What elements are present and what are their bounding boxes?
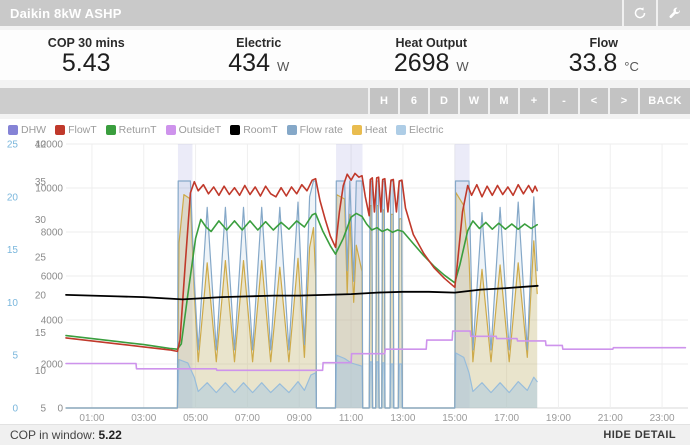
stat-flow-temp: Flow 33.8 °C	[518, 30, 690, 80]
x-axis-tick: 09:00	[287, 413, 312, 424]
legend-label: Electric	[409, 124, 443, 136]
power-axis-tick: 6000	[41, 272, 64, 283]
power-axis-tick: 12000	[35, 140, 63, 151]
time-range-toolbar: H6DWM+-<>BACK	[0, 88, 690, 114]
x-axis-tick: 15:00	[442, 413, 467, 424]
temp-axis-tick: 20	[35, 290, 47, 301]
page-title: Daikin 8kW ASHP	[0, 0, 622, 26]
power-axis-tick: 10000	[35, 184, 63, 195]
legend-swatch	[352, 125, 362, 135]
footer-bar: COP in window: 5.22 HIDE DETAIL	[0, 424, 690, 445]
wrench-icon	[668, 7, 681, 20]
x-axis-tick: 05:00	[183, 413, 208, 424]
cop-in-window-value: 5.22	[99, 428, 122, 442]
power-axis-tick: 4000	[41, 316, 64, 327]
toolbar-button--[interactable]: -	[548, 88, 578, 114]
legend-swatch	[55, 125, 65, 135]
stat-heat-output: Heat Output 2698 W	[345, 30, 518, 80]
stat-label: Flow	[590, 36, 618, 50]
legend-swatch	[106, 125, 116, 135]
stat-label: Electric	[236, 36, 281, 50]
legend-swatch	[396, 125, 406, 135]
cop-in-window: COP in window: 5.22	[10, 428, 122, 442]
stat-cop-30min: COP 30 mins 5.43	[0, 30, 173, 80]
legend-label: Flow rate	[300, 124, 343, 136]
stat-value: 434 W	[228, 50, 289, 76]
x-axis-tick: 13:00	[390, 413, 415, 424]
toolbar-button-m[interactable]: M	[488, 88, 518, 114]
hide-detail-button[interactable]: HIDE DETAIL	[603, 429, 676, 441]
legend-item-returnt[interactable]: ReturnT	[106, 124, 157, 136]
toolbar-button-w[interactable]: W	[458, 88, 488, 114]
legend-item-flow-rate[interactable]: Flow rate	[287, 124, 343, 136]
temp-axis-tick: 25	[35, 253, 47, 264]
flow-axis-tick: 15	[7, 245, 19, 256]
legend-swatch	[287, 125, 297, 135]
flow-axis-tick: 20	[7, 192, 19, 203]
legend-item-dhw[interactable]: DHW	[8, 124, 46, 136]
legend-label: OutsideT	[179, 124, 222, 136]
x-axis-tick: 01:00	[79, 413, 104, 424]
stat-value: 33.8 °C	[569, 50, 639, 76]
x-axis-tick: 07:00	[235, 413, 260, 424]
power-axis-tick: 8000	[41, 228, 64, 239]
refresh-button[interactable]	[622, 0, 656, 26]
temp-axis-tick: 30	[35, 215, 47, 226]
toolbar-button-h[interactable]: H	[368, 88, 398, 114]
toolbar-button-+[interactable]: +	[518, 88, 548, 114]
chart-legend: DHW FlowT ReturnT OutsideT RoomT Flow rate Hea…	[0, 119, 690, 136]
chart-card: DHW FlowT ReturnT OutsideT RoomT Flow rate Hea…	[0, 119, 690, 425]
toolbar-button->[interactable]: >	[608, 88, 638, 114]
flow-axis-tick: 5	[12, 351, 18, 362]
x-axis-tick: 17:00	[494, 413, 519, 424]
toolbar-button-6[interactable]: 6	[398, 88, 428, 114]
x-axis-tick: 21:00	[598, 413, 623, 424]
x-axis-tick: 11:00	[339, 413, 364, 424]
stat-label: COP 30 mins	[48, 36, 125, 50]
toolbar-button-d[interactable]: D	[428, 88, 458, 114]
temp-axis-tick: 15	[35, 328, 47, 339]
refresh-icon	[633, 6, 647, 20]
stat-label: Heat Output	[395, 36, 467, 50]
x-axis-tick: 19:00	[546, 413, 571, 424]
toolbar-button-back[interactable]: BACK	[638, 88, 690, 114]
flow-axis-tick: 10	[7, 298, 19, 309]
legend-swatch	[166, 125, 176, 135]
legend-item-outsidet[interactable]: OutsideT	[166, 124, 222, 136]
stat-value: 5.43	[62, 50, 111, 76]
power-axis-tick: 2000	[41, 360, 64, 371]
legend-swatch	[230, 125, 240, 135]
heatpump-chart[interactable]: 01:00 03:00 05:00 07:00 09:00 11:00 13:00 15:00…	[0, 136, 690, 425]
legend-swatch	[8, 125, 18, 135]
app-header: Daikin 8kW ASHP	[0, 0, 690, 26]
toolbar-button-<[interactable]: <	[578, 88, 608, 114]
x-axis-tick: 23:00	[650, 413, 675, 424]
legend-label: DHW	[21, 124, 46, 136]
settings-button[interactable]	[656, 0, 690, 26]
temp-axis-tick: 5	[40, 404, 46, 415]
legend-item-flowt[interactable]: FlowT	[55, 124, 97, 136]
legend-item-heat[interactable]: Heat	[352, 124, 387, 136]
stat-electric: Electric 434 W	[173, 30, 346, 80]
legend-label: FlowT	[68, 124, 97, 136]
power-axis-tick: 0	[57, 404, 63, 415]
legend-label: RoomT	[243, 124, 277, 136]
stat-value: 2698 W	[394, 50, 469, 76]
legend-label: ReturnT	[119, 124, 157, 136]
legend-item-electric[interactable]: Electric	[396, 124, 443, 136]
flow-axis-tick: 25	[7, 140, 19, 151]
legend-label: Heat	[365, 124, 387, 136]
flow-axis-tick: 0	[12, 404, 18, 415]
stats-row: COP 30 mins 5.43 Electric 434 W Heat Out…	[0, 30, 690, 80]
legend-item-roomt[interactable]: RoomT	[230, 124, 277, 136]
x-axis-tick: 03:00	[131, 413, 156, 424]
